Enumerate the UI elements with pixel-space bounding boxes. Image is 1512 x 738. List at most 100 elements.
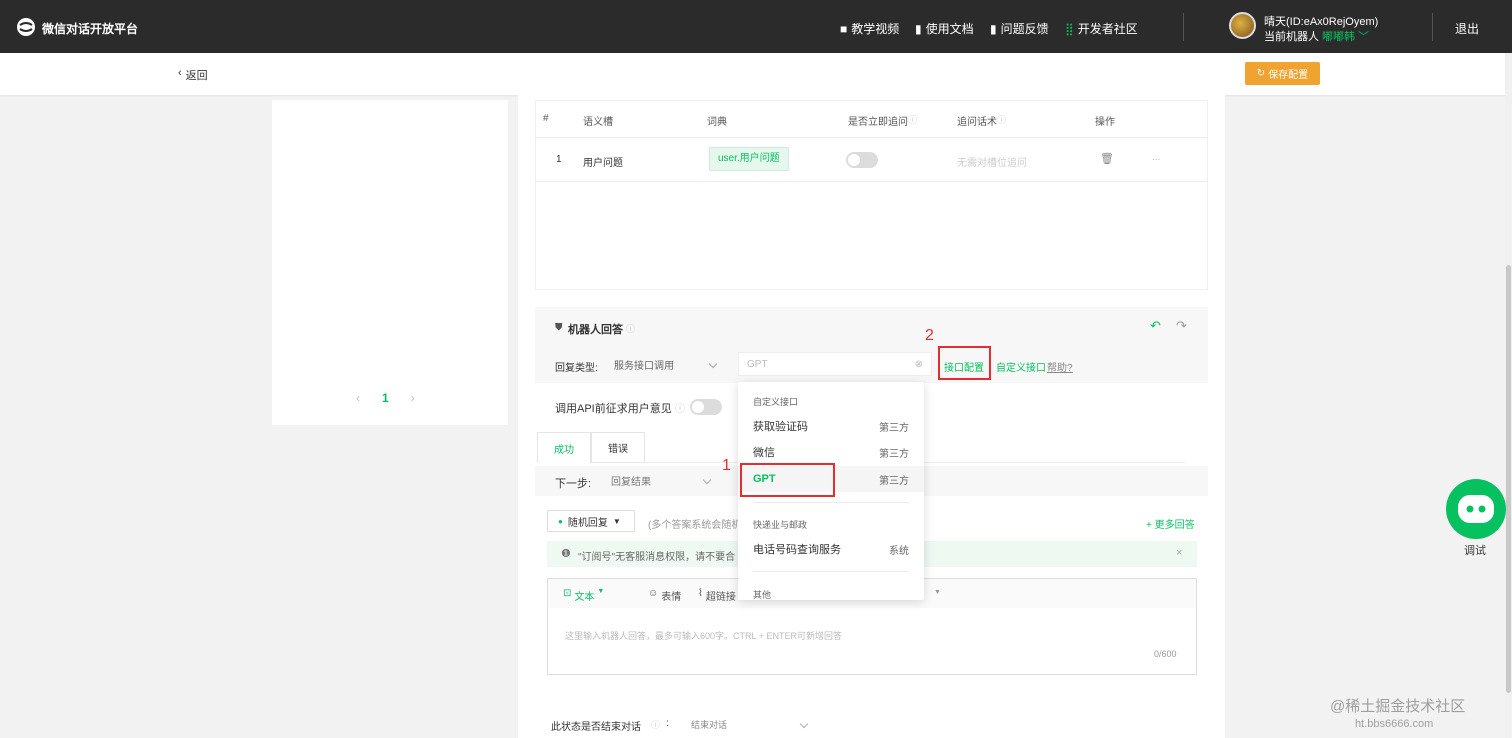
nav-feedback[interactable]: ▮ 问题反馈: [990, 20, 1049, 37]
tab-success[interactable]: 成功: [537, 432, 591, 463]
nav-tutorial-video[interactable]: ■ 教学视频: [840, 20, 899, 37]
help-link[interactable]: 帮助?: [1047, 359, 1073, 374]
nav-dev-community[interactable]: ⣿ 开发者社区: [1065, 20, 1138, 37]
emoji-button[interactable]: ☺ 表情: [648, 588, 681, 603]
link-button[interactable]: ⌇ 超链接: [698, 588, 738, 603]
page-next-button[interactable]: ›: [411, 391, 415, 405]
clear-icon[interactable]: ⊗: [915, 359, 923, 370]
item-name: 电话号码查询服务: [753, 544, 841, 556]
dropdown-item-captcha[interactable]: 获取验证码 第三方: [738, 413, 924, 439]
link-label: 超链接: [705, 592, 736, 603]
page-prev-button[interactable]: ‹: [356, 391, 360, 405]
editor-placeholder: 这里输入机器人回答，最多可输入600字。CTRL + ENTER可新增回答: [565, 631, 842, 641]
save-config-button[interactable]: ↻ 保存配置: [1245, 62, 1320, 85]
consult-toggle[interactable]: [690, 399, 722, 415]
redo-icon[interactable]: ↷: [1176, 318, 1187, 334]
avatar[interactable]: [1229, 12, 1256, 39]
nav-docs[interactable]: ▮ 使用文档: [915, 20, 974, 37]
item-tag: 第三方: [879, 448, 909, 460]
info-icon: ⓘ: [675, 404, 685, 415]
nav-label: 开发者社区: [1077, 22, 1138, 36]
reply-type-label: 回复类型:: [555, 363, 598, 374]
chevron-down-icon: [708, 359, 718, 369]
annotation-box-1: [740, 463, 835, 497]
caret-down-icon: ▼: [612, 516, 621, 526]
watermark-url: ht.bbs6666.com: [1355, 718, 1434, 730]
reply-type-value: 服务接口调用: [614, 360, 674, 372]
divider: [1183, 13, 1184, 41]
caret-down-icon[interactable]: ▼: [934, 589, 941, 596]
page-number[interactable]: 1: [382, 391, 389, 405]
nav-label: 问题反馈: [1000, 22, 1049, 36]
video-icon: ■: [840, 21, 848, 36]
doc-icon: ▮: [915, 21, 922, 36]
colon: :: [666, 718, 669, 729]
column-header: 是否立即追问: [848, 117, 908, 128]
feedback-icon: ▮: [990, 21, 997, 36]
api-value: GPT: [747, 358, 768, 370]
api-select[interactable]: GPT ⊗: [738, 352, 932, 376]
top-nav-bar: 微信对话开放平台 ■ 教学视频 ▮ 使用文档 ▮ 问题反馈 ⣿ 开发者社区 晴天(ID:…: [0, 0, 1512, 53]
custom-interface-link[interactable]: 自定义接口: [996, 359, 1046, 374]
info-filled-icon: ❶: [561, 548, 571, 560]
page-scrollbar-thumb[interactable]: [1506, 265, 1511, 693]
delete-icon[interactable]: 🗑: [1100, 152, 1114, 165]
nav-label: 使用文档: [925, 22, 974, 36]
chevron-down-icon: [799, 719, 809, 729]
robot-switcher[interactable]: 当前机器人 嘟嘟韩 ﹀: [1264, 28, 1369, 44]
next-step-label: 下一步:: [555, 478, 592, 490]
text-mode-label: 文本: [574, 592, 595, 603]
text-mode-button[interactable]: ⊡ 文本 ▼: [563, 588, 604, 603]
consult-label: 调用API前征求用户意见: [555, 403, 672, 415]
caret-down-icon: ▼: [597, 588, 605, 595]
undo-icon[interactable]: ↶: [1150, 318, 1161, 334]
robot-icon: ⛊: [555, 322, 563, 333]
dict-tag[interactable]: user.用户问题: [709, 147, 789, 171]
dropdown-item-phone-lookup[interactable]: 电话号码查询服务 系统: [738, 536, 924, 562]
tab-error[interactable]: 错误: [591, 432, 645, 463]
followup-toggle[interactable]: [846, 152, 878, 168]
smile-icon: ☺: [648, 588, 659, 599]
more-options[interactable]: ...: [1152, 152, 1160, 163]
item-tag: 第三方: [879, 475, 909, 487]
column-header: #: [543, 113, 549, 124]
grid-icon: ⣿: [1065, 21, 1074, 36]
end-conv-select[interactable]: 结束对话: [684, 713, 814, 735]
close-icon[interactable]: ×: [1176, 547, 1182, 559]
notice-text: "订阅号"无客服消息权限，请不要合: [578, 552, 736, 563]
reply-type-select[interactable]: 服务接口调用: [606, 352, 724, 376]
back-link[interactable]: ‹ 返回: [178, 67, 208, 83]
next-step-select[interactable]: 回复结果: [603, 469, 718, 491]
logout-button[interactable]: 退出: [1455, 20, 1479, 37]
random-hint: (多个答案系统会随机: [648, 520, 742, 531]
back-label: 返回: [185, 70, 208, 82]
annotation-number-1: 1: [722, 457, 731, 474]
robot-prefix: 当前机器人: [1264, 31, 1319, 43]
debug-label: 调试: [1464, 545, 1486, 557]
item-tag: 第三方: [879, 422, 909, 434]
column-header: 语义槽: [583, 117, 613, 128]
end-conv-value: 结束对话: [691, 719, 728, 730]
followup-input[interactable]: 无需对槽位追问: [957, 154, 1027, 169]
save-label: 保存配置: [1268, 70, 1309, 81]
status-dot-icon: ●: [558, 516, 563, 526]
column-header: 词典: [707, 117, 727, 128]
column-header: 追问话术: [957, 117, 997, 128]
random-reply-label: 随机回复: [567, 517, 608, 529]
item-tag: 系统: [889, 545, 909, 557]
more-answers-button[interactable]: + 更多回答: [1146, 516, 1195, 531]
debug-button[interactable]: [1446, 479, 1506, 539]
paperclip-icon: ⌇: [698, 588, 703, 599]
chevron-down-icon: [702, 475, 712, 485]
divider: [753, 502, 909, 503]
divider: [1432, 13, 1433, 41]
dropdown-item-wechat[interactable]: 微信 第三方: [738, 439, 924, 465]
left-panel: ‹ 1 ›: [272, 100, 508, 425]
chevron-down-icon: ﹀: [1358, 31, 1369, 43]
emoji-label: 表情: [661, 592, 682, 603]
app-title[interactable]: 微信对话开放平台: [42, 20, 138, 37]
column-header: 操作: [1095, 117, 1115, 128]
random-reply-select[interactable]: ● 随机回复 ▼: [547, 510, 635, 532]
tab-label: 错误: [608, 444, 628, 455]
tab-label: 成功: [554, 444, 574, 456]
